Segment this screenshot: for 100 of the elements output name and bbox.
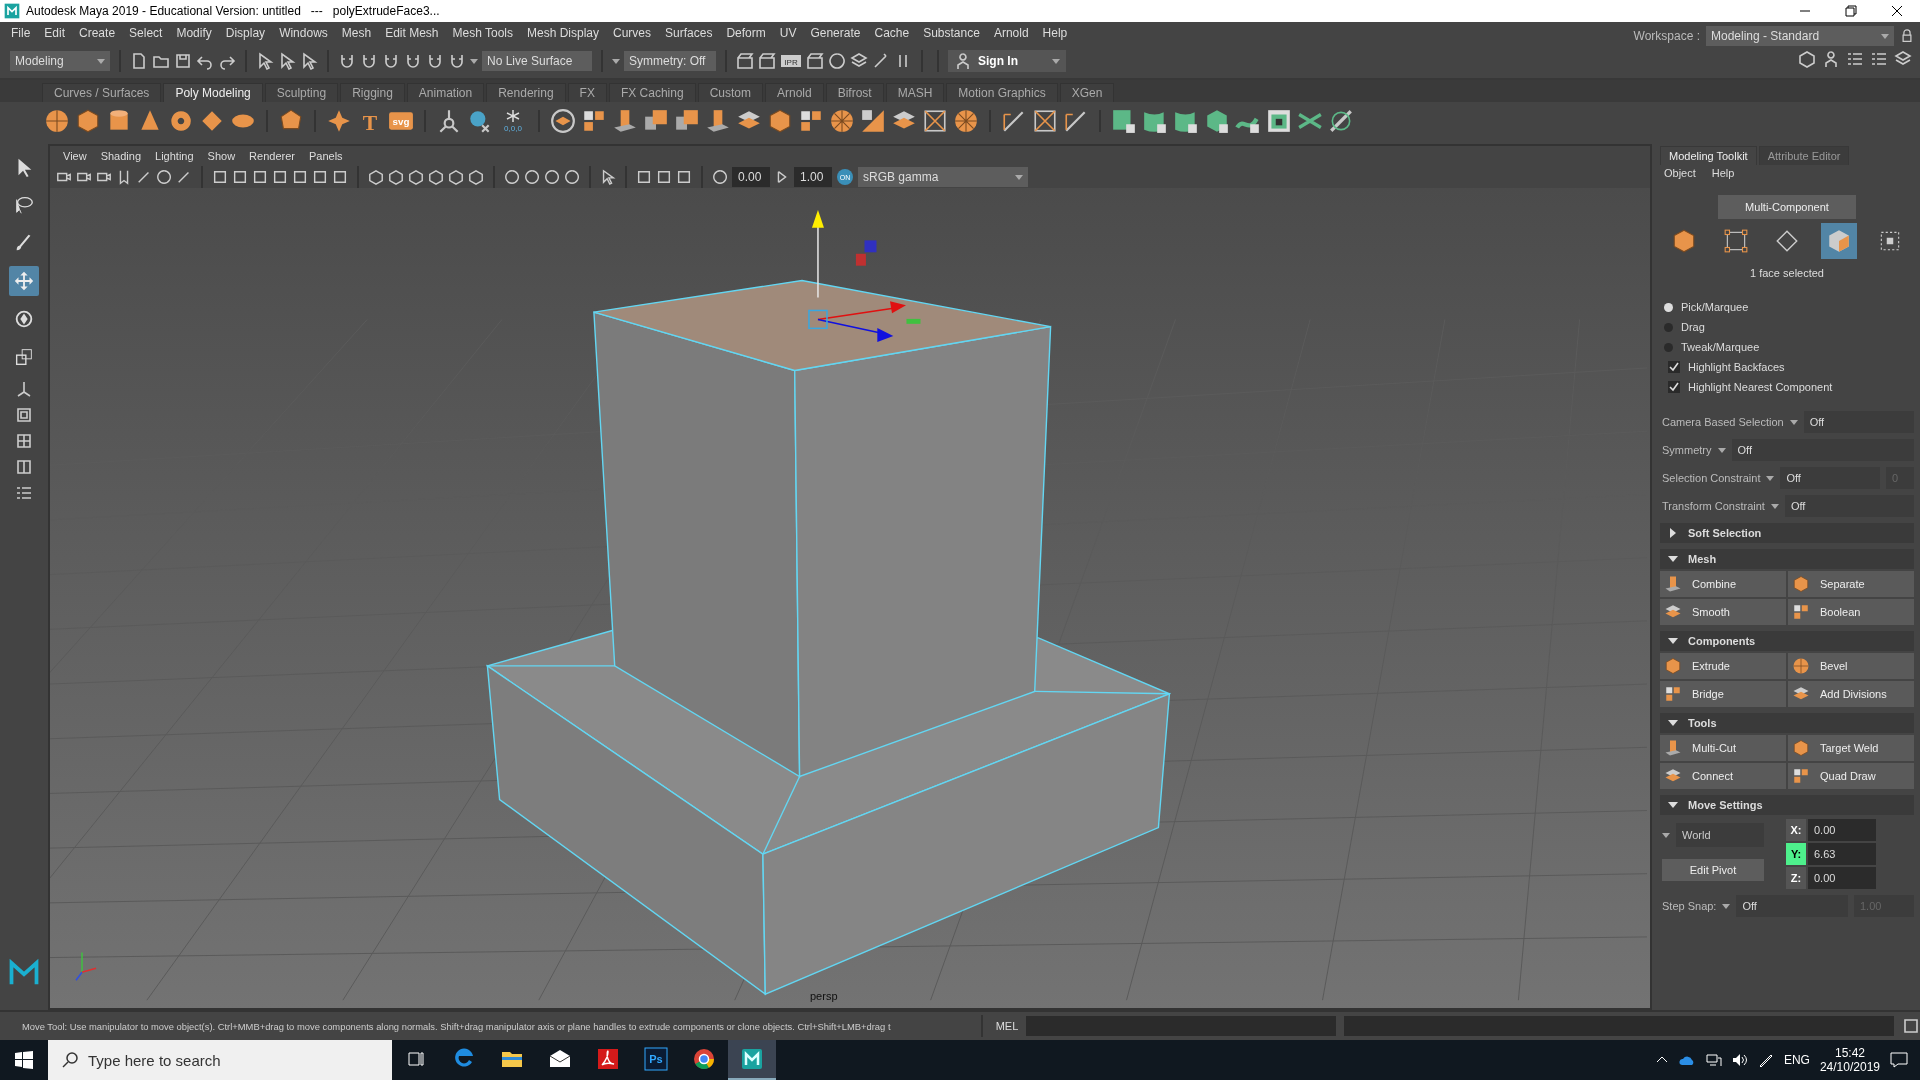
magnet-icon[interactable] <box>426 52 444 70</box>
setting-dropdown[interactable]: Off <box>1803 410 1914 433</box>
space-dropdown[interactable]: World <box>1676 823 1764 847</box>
layout-icon[interactable] <box>15 432 33 450</box>
tool-button[interactable]: Smooth <box>1660 599 1786 625</box>
star-icon[interactable] <box>326 108 352 134</box>
display-icon[interactable] <box>212 168 228 186</box>
character-icon[interactable] <box>1822 50 1840 68</box>
viewport-scene[interactable] <box>50 188 1650 1008</box>
viewport-menu-item[interactable]: Show <box>200 150 243 162</box>
tool-settings-icon[interactable] <box>1870 50 1888 68</box>
section-header[interactable]: Tools <box>1660 713 1914 733</box>
checkbox[interactable] <box>1668 361 1680 373</box>
menu-item[interactable]: Curves <box>606 26 659 40</box>
radio-button[interactable] <box>1664 342 1673 352</box>
isolate-icon[interactable] <box>656 168 672 186</box>
shelf-tab[interactable]: MASH <box>885 83 945 102</box>
shelf-tab[interactable]: Curves / Surfaces <box>42 83 162 102</box>
workspace-dropdown[interactable]: Modeling - Standard <box>1706 26 1894 46</box>
shelf-tab[interactable]: Bifrost <box>825 83 884 102</box>
tool-button[interactable]: Quad Draw <box>1788 763 1914 789</box>
attribute-editor-icon[interactable] <box>1846 50 1864 68</box>
select-icon[interactable] <box>256 52 274 70</box>
layout-icon[interactable] <box>15 406 33 424</box>
menu-item[interactable]: Substance <box>916 26 987 40</box>
section-header[interactable]: Move Settings <box>1660 795 1914 815</box>
ipr-render-icon[interactable]: IPR <box>780 52 802 70</box>
mesh-drawing[interactable] <box>485 279 1172 996</box>
shading-icon[interactable] <box>428 168 444 186</box>
task-view-icon[interactable] <box>406 1049 426 1069</box>
shading-icon[interactable] <box>368 168 384 186</box>
sphere-icon[interactable] <box>44 108 70 134</box>
menu-item[interactable]: Display <box>218 26 273 40</box>
outliner-icon[interactable] <box>15 484 33 502</box>
viewport-menu-item[interactable]: Renderer <box>242 150 302 162</box>
collapse-icon[interactable] <box>1668 554 1678 564</box>
lighting-icon[interactable] <box>504 168 520 186</box>
document-app-icon[interactable] <box>596 1047 620 1071</box>
menu-item[interactable]: Cache <box>867 26 917 40</box>
section-header[interactable]: Components <box>1660 631 1914 651</box>
magnet-icon[interactable] <box>404 52 422 70</box>
axis-toggle[interactable]: Z: <box>1786 867 1806 889</box>
wedge-icon[interactable] <box>860 108 886 134</box>
taskbar-clock[interactable]: 15:42 24/10/2019 <box>1819 1046 1880 1074</box>
tool-button[interactable]: Connect <box>1660 763 1786 789</box>
layers-icon[interactable] <box>850 52 868 70</box>
save-icon[interactable] <box>174 52 192 70</box>
live-surface-field[interactable]: No Live Surface <box>482 51 592 71</box>
lighting-icon[interactable] <box>524 168 540 186</box>
tool-button[interactable]: Add Divisions <box>1788 681 1914 707</box>
menu-item[interactable]: Mesh Tools <box>445 26 520 40</box>
wheel-icon[interactable] <box>953 108 979 134</box>
radio-button[interactable] <box>1664 302 1673 312</box>
shelf-tab[interactable]: Arnold <box>764 83 824 102</box>
modeling-toolkit-icon[interactable] <box>1798 50 1816 68</box>
display-icon[interactable] <box>272 168 288 186</box>
collapse-icon[interactable] <box>1668 718 1678 728</box>
symmetry-dropdown[interactable]: Symmetry: Off <box>624 51 716 71</box>
display-icon[interactable] <box>232 168 248 186</box>
frame-icon[interactable] <box>1032 108 1058 134</box>
shelf-tab[interactable]: XGen <box>1059 83 1115 102</box>
shelf-tab[interactable]: Rigging <box>340 83 405 102</box>
sq-icon[interactable] <box>1111 108 1137 134</box>
script-editor-icon[interactable] <box>1902 1017 1920 1035</box>
tool-button[interactable]: Target Weld <box>1788 735 1914 761</box>
edit-pivot-button[interactable]: Edit Pivot <box>1662 859 1764 881</box>
axis-toggle[interactable]: X: <box>1786 819 1806 841</box>
shelf-tab[interactable]: Rendering <box>486 83 566 102</box>
cube-icon[interactable] <box>767 108 793 134</box>
layers-icon[interactable] <box>550 108 576 134</box>
clapboard-icon[interactable] <box>806 52 824 70</box>
aperture-icon[interactable] <box>712 168 728 186</box>
radio-button[interactable] <box>1664 322 1673 332</box>
lighting-icon[interactable] <box>564 168 580 186</box>
tool-button[interactable]: Multi-Cut <box>1660 735 1786 761</box>
setting-dropdown[interactable]: Off <box>1780 466 1880 489</box>
menu-item[interactable]: Surfaces <box>658 26 720 40</box>
collapse-icon[interactable] <box>1668 636 1678 646</box>
sign-in-button[interactable]: Sign In <box>948 50 1066 72</box>
panel-menu-item[interactable]: Object <box>1664 167 1696 179</box>
face-mode-icon[interactable] <box>1820 223 1857 259</box>
shelf-tab[interactable]: Motion Graphics <box>946 83 1058 102</box>
menu-item[interactable]: Modify <box>169 26 219 40</box>
layout-icon[interactable] <box>15 458 33 476</box>
zoom-icon[interactable] <box>156 168 172 186</box>
tool-button[interactable]: Extrude <box>1660 653 1786 679</box>
axis-tool-icon[interactable] <box>15 380 33 398</box>
tiles-icon[interactable] <box>581 108 607 134</box>
menu-item[interactable]: Generate <box>803 26 868 40</box>
shading-icon[interactable] <box>388 168 404 186</box>
shelf-tab[interactable]: Custom <box>697 83 763 102</box>
taskbar-app-button[interactable]: Ps <box>632 1040 680 1080</box>
menu-item[interactable]: Mesh Display <box>520 26 607 40</box>
menu-item[interactable]: Arnold <box>986 26 1036 40</box>
view-transform-dropdown[interactable]: sRGB gamma <box>858 167 1028 187</box>
menu-item[interactable]: File <box>4 26 38 40</box>
cloud-icon[interactable] <box>1677 1054 1696 1066</box>
shelf-tab[interactable]: FX <box>567 83 607 102</box>
viewport-menu-item[interactable]: Lighting <box>148 150 201 162</box>
app-icon[interactable]: Ps <box>644 1047 668 1071</box>
